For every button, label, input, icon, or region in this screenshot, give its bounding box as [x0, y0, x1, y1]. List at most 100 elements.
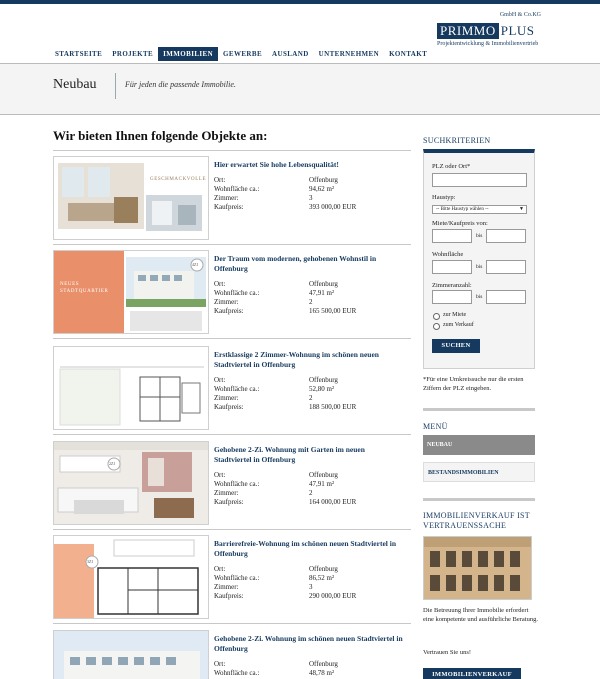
value-ort: Offenburg	[309, 565, 338, 573]
listing-thumbnail[interactable]: 2ZI	[53, 441, 209, 525]
radio-zur-miete[interactable]	[433, 313, 440, 320]
listing-thumbnail[interactable]: GESCHMACKVOLLE	[53, 156, 209, 240]
wohnflaeche-label: Wohnfläche	[432, 251, 464, 258]
value-wohnflaeche: 47,91 m²	[309, 289, 335, 297]
listing-item: GESCHMACKVOLLE Hier erwartet Sie hohe Le…	[53, 156, 411, 246]
heading-divider	[53, 150, 411, 151]
value-kaufpreis: 188 500,00 EUR	[309, 403, 357, 411]
value-kaufpreis: 393 000,00 EUR	[309, 203, 357, 211]
immobilienverkauf-button[interactable]: IMMOBILIENVERKAUF	[423, 668, 521, 679]
listing-thumbnail[interactable]: NEUES STADTQUARTIER 4ZI	[53, 250, 209, 334]
room-count-badge: 4ZI	[192, 262, 198, 267]
promo-description: Die Betreuung Ihrer Immobilie erfordert …	[423, 607, 538, 623]
zimmeranzahl-label: Zimmeranzahl:	[432, 282, 472, 289]
label-kaufpreis: Kaufpreis:	[214, 592, 244, 600]
value-zimmer: 3	[309, 583, 313, 591]
thumbnail-caption: NEUES STADTQUARTIER	[60, 282, 109, 294]
top-accent-bar	[0, 0, 600, 4]
historic-building-icon	[424, 537, 531, 599]
sidebar-divider	[423, 498, 535, 501]
nav-item-unternehmen[interactable]: UNTERNEHMEN	[314, 47, 384, 61]
label-zimmer: Zimmer:	[214, 194, 239, 202]
label-kaufpreis: Kaufpreis:	[214, 203, 244, 211]
menu-item-bestandsimmobilien[interactable]: BESTANDSIMMOBILIEN	[423, 462, 535, 482]
value-wohnflaeche: 48,78 m²	[309, 669, 335, 677]
chevron-down-icon: ▼	[519, 207, 524, 212]
nav-item-startseite[interactable]: STARTSEITE	[50, 47, 107, 61]
area-from-input[interactable]	[432, 260, 472, 274]
value-ort: Offenburg	[309, 280, 338, 288]
nav-item-kontakt[interactable]: KONTAKT	[384, 47, 432, 61]
area-to-input[interactable]	[486, 260, 526, 274]
value-ort: Offenburg	[309, 376, 338, 384]
logo-legal-form: GmbH & Co.KG	[499, 12, 541, 18]
nav-item-ausland[interactable]: AUSLAND	[267, 47, 314, 61]
label-ort: Ort:	[214, 471, 226, 479]
listing-divider	[53, 338, 411, 339]
logo-secondary-word: PLUS	[500, 23, 535, 38]
listing-title-link[interactable]: Gehobene 2-Zi. Wohnung mit Garten im neu…	[214, 445, 404, 465]
page-header-band: Neubau Für jeden die passende Immobilie.	[0, 63, 600, 115]
value-wohnflaeche: 47,91 m²	[309, 480, 335, 488]
kitchen-photo-icon	[54, 442, 208, 524]
listing-divider	[53, 244, 411, 245]
label-wohnflaeche: Wohnfläche ca.:	[214, 385, 260, 393]
main-navigation: STARTSEITE PROJEKTE IMMOBILIEN GEWERBE A…	[50, 47, 432, 61]
listing-thumbnail[interactable]: 3ZI	[53, 535, 209, 619]
value-wohnflaeche: 86,52 m²	[309, 574, 335, 582]
listing-thumbnail[interactable]	[53, 630, 209, 679]
listing-item: Erstklassige 2 Zimmer-Wohnung im schönen…	[53, 346, 411, 436]
listing-divider	[53, 623, 411, 624]
listing-title-link[interactable]: Der Traum vom modernen, gehobenen Wohnst…	[214, 254, 404, 274]
value-wohnflaeche: 94,62 m²	[309, 185, 335, 193]
search-hint: *Für eine Umkreissuche nur die ersten Zi…	[423, 376, 524, 392]
label-ort: Ort:	[214, 176, 226, 184]
price-to-input[interactable]	[486, 229, 526, 243]
nav-item-projekte[interactable]: PROJEKTE	[107, 47, 158, 61]
haustyp-select[interactable]: -- Bitte Haustyp wählen -- ▼	[432, 205, 527, 214]
listing-title-link[interactable]: Erstklassige 2 Zimmer-Wohnung im schönen…	[214, 350, 404, 370]
listing-item: 3ZI Barrierefreie-Wohnung im schönen neu…	[53, 535, 411, 625]
room-count-badge: 2ZI	[109, 461, 115, 466]
listing-item: NEUES STADTQUARTIER 4ZI Der Traum vom mo…	[53, 250, 411, 340]
radio-zur-miete-label: zur Miete	[443, 312, 467, 318]
listing-title-link[interactable]: Barrierefreie-Wohnung im schönen neuen S…	[214, 539, 404, 559]
logo-primary-word: PRIMMO	[437, 23, 499, 39]
nav-item-gewerbe[interactable]: GEWERBE	[218, 47, 267, 61]
building-photo-icon	[54, 631, 208, 679]
room-count-badge: 3ZI	[87, 559, 93, 564]
logo-tagline: Projektentwicklung & Immobilienvertrieb	[437, 41, 539, 47]
menu-item-neubau[interactable]: NEUBAU	[423, 435, 535, 455]
bis-label: bis	[476, 233, 483, 239]
plz-input[interactable]	[432, 173, 527, 187]
page-tagline: Für jeden die passende Immobilie.	[125, 80, 236, 89]
rooms-from-input[interactable]	[432, 290, 472, 304]
label-ort: Ort:	[214, 376, 226, 384]
promo-trust-line: Vertrauen Sie uns!	[423, 649, 472, 656]
listing-thumbnail[interactable]	[53, 346, 209, 430]
value-zimmer: 3	[309, 194, 313, 202]
label-zimmer: Zimmer:	[214, 298, 239, 306]
value-ort: Offenburg	[309, 660, 338, 668]
label-wohnflaeche: Wohnfläche ca.:	[214, 480, 260, 488]
bis-label: bis	[476, 294, 483, 300]
menu-heading: MENÜ	[423, 422, 448, 431]
search-button[interactable]: SUCHEN	[432, 339, 480, 353]
price-from-input[interactable]	[432, 229, 472, 243]
label-ort: Ort:	[214, 660, 226, 668]
radio-zum-verkauf[interactable]	[433, 323, 440, 330]
listing-title-link[interactable]: Gehobene 2-Zi. Wohnung im schönen neuen …	[214, 634, 404, 654]
promo-heading: IMMOBILIENVERKAUF IST VERTRAUENSSACHE	[423, 511, 530, 530]
floorplan-icon	[54, 536, 208, 618]
rooms-to-input[interactable]	[486, 290, 526, 304]
listing-item: Gehobene 2-Zi. Wohnung im schönen neuen …	[53, 630, 411, 679]
value-wohnflaeche: 52,80 m²	[309, 385, 335, 393]
interior-photo-icon	[58, 163, 202, 231]
plz-label: PLZ oder Ort*	[432, 163, 471, 170]
label-wohnflaeche: Wohnfläche ca.:	[214, 574, 260, 582]
listing-title-link[interactable]: Hier erwartet Sie hohe Lebensqualität!	[214, 160, 404, 170]
brand-logo[interactable]: GmbH & Co.KG PRIMMO PLUS Projektentwickl…	[437, 12, 541, 52]
nav-item-immobilien[interactable]: IMMOBILIEN	[158, 47, 219, 61]
label-ort: Ort:	[214, 280, 226, 288]
listing-item: 2ZI Gehobene 2-Zi. Wohnung mit Garten im…	[53, 441, 411, 531]
